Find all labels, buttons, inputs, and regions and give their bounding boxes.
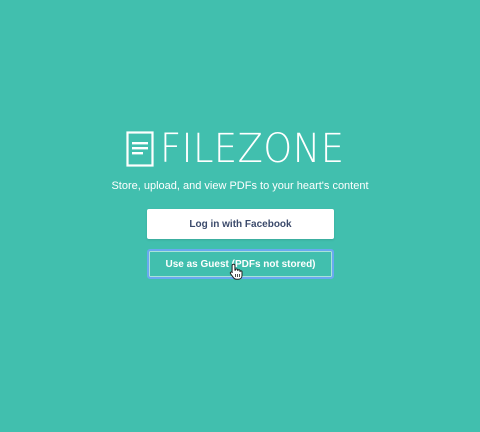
facebook-login-label: Log in with Facebook: [189, 218, 292, 230]
hand-pointer-icon: [229, 263, 243, 280]
app-name: FILEZONE: [160, 126, 345, 172]
document-icon: [126, 131, 154, 167]
app-logo: FILEZONE: [126, 126, 360, 172]
tagline: Store, upload, and view PDFs to your hea…: [111, 180, 369, 192]
facebook-login-button[interactable]: Log in with Facebook: [147, 209, 334, 239]
